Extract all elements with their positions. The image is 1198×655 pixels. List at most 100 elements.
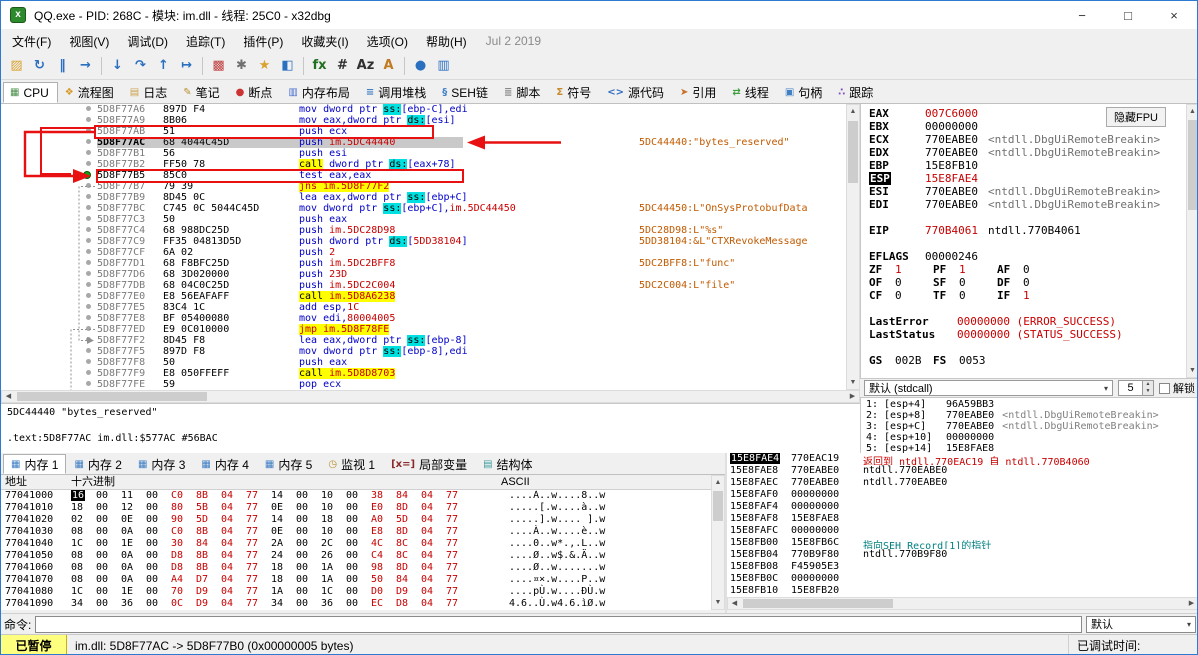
run-to-user-code-button[interactable]: ↦ <box>175 55 198 77</box>
breakpoint-gutter[interactable] <box>1 126 97 137</box>
disassembly-vertical-scrollbar[interactable]: ▲ ▼ <box>846 104 860 390</box>
register-row[interactable]: EIP 770B4061 ntdll.770B4061 <box>861 224 1186 237</box>
breakpoint-gutter[interactable] <box>1 203 97 214</box>
disasm-row[interactable]: 5D8F77AB 51 push ecx <box>1 126 846 137</box>
step-over-button[interactable]: ↷ <box>129 55 152 77</box>
register-row[interactable]: EFLAGS 00000246 <box>861 250 1186 263</box>
tab-seh-chain[interactable]: § SEH链 <box>435 82 497 103</box>
close-button[interactable]: × <box>1151 1 1197 29</box>
memory-row[interactable]: 77041000 16 00 11 00 C0 8B 04 77 14 00 10 00 38 84 04 77… <box>1 490 711 502</box>
stack-row[interactable]: 15E8FB10 15E8FB20 <box>727 585 1197 597</box>
breakpoint-gutter[interactable] <box>1 159 97 170</box>
register-row[interactable]: LastError 00000000 (ERROR_SUCCESS) <box>861 315 1186 328</box>
tab-dump-5[interactable]: ▦ 内存 5 <box>257 454 320 474</box>
stack-pane[interactable]: 15E8FAE4 770EAC19 返回到 ntdll.770EAC19 自 ntd… <box>727 453 1197 597</box>
disasm-row[interactable]: 5D8F77C4 68 988DC25D push im.5DC28D98 5DC28… <box>1 225 846 236</box>
scrollbar-track[interactable] <box>847 118 859 376</box>
scrollbar-track[interactable] <box>712 489 724 596</box>
tab-notes[interactable]: ✎ 笔记 <box>176 82 228 103</box>
tab-memory-map[interactable]: ▥ 内存布局 <box>281 82 358 103</box>
patches-button[interactable]: ▩ <box>207 55 230 77</box>
breakpoint-gutter[interactable] <box>1 357 97 368</box>
calculator-button[interactable]: fx <box>308 55 331 77</box>
disasm-row[interactable]: 5D8F77FE 59 pop ecx <box>1 379 846 390</box>
disasm-row[interactable]: 5D8F77F2 8D45 F8 lea eax,dword ptr ss:[ebp… <box>1 335 846 346</box>
hide-fpu-button[interactable]: 隐藏FPU <box>1106 107 1166 127</box>
settings-button[interactable]: ✱ <box>230 55 253 77</box>
highlight-button[interactable]: A <box>377 55 400 77</box>
scrollbar-thumb[interactable] <box>1188 120 1197 210</box>
execute-till-return-button[interactable]: ↑ <box>152 55 175 77</box>
disasm-row[interactable]: 5D8F77B2 FF50 78 call dword ptr ds:[eax+78… <box>1 159 846 170</box>
stack-row[interactable]: 15E8FAF0 00000000 <box>727 489 1197 501</box>
scrollbar-thumb[interactable] <box>848 121 858 183</box>
breakpoint-gutter[interactable] <box>1 269 97 280</box>
menu-item[interactable]: 文件(F) <box>3 30 60 53</box>
breakpoint-gutter[interactable] <box>1 258 97 269</box>
breakpoint-gutter[interactable] <box>1 247 97 258</box>
menu-item[interactable]: 视图(V) <box>60 30 118 53</box>
argument-count-stepper[interactable]: 5 ▲ ▼ <box>1118 380 1154 396</box>
disasm-row[interactable]: 5D8F77E8 BF 05400080 mov edi,80004005 <box>1 313 846 324</box>
disasm-row[interactable]: 5D8F77DB 68 04C0C25D push im.5DC2C004 5DC2C… <box>1 280 846 291</box>
breakpoint-gutter[interactable] <box>1 170 97 181</box>
breakpoint-gutter[interactable] <box>1 280 97 291</box>
breakpoint-gutter[interactable] <box>1 324 97 335</box>
breakpoint-dot[interactable] <box>83 171 91 179</box>
disasm-row[interactable]: 5D8F77ED E9 0C010000 jmp im.5D8F78FE <box>1 324 846 335</box>
breakpoint-gutter[interactable] <box>1 137 97 148</box>
tab-locals[interactable]: [x=] 局部变量 <box>383 454 475 474</box>
scroll-up-icon[interactable]: ▲ <box>847 105 859 118</box>
flag-pair[interactable]: PF 1 <box>933 263 997 276</box>
stack-row[interactable]: 15E8FAF4 00000000 <box>727 501 1197 513</box>
flag-pair[interactable]: OF 0 <box>869 276 933 289</box>
scroll-right-icon[interactable]: ▶ <box>846 391 859 402</box>
disasm-row[interactable]: 5D8F77A9 8B06 mov eax,dword ptr ds:[esi] <box>1 115 846 126</box>
scroll-down-icon[interactable]: ▼ <box>712 596 724 609</box>
menu-item[interactable]: 调试(D) <box>118 30 177 53</box>
disasm-row[interactable]: 5D8F77E5 83C4 1C add esp,1C <box>1 302 846 313</box>
run-button[interactable]: → <box>74 55 97 77</box>
menu-item[interactable]: 收藏夹(I) <box>292 30 357 53</box>
tab-graph[interactable]: ❖ 流程图 <box>58 82 123 103</box>
stack-horizontal-scrollbar[interactable]: ◀ ▶ <box>727 597 1197 610</box>
breakpoint-gutter[interactable] <box>1 302 97 313</box>
pause-button[interactable]: ‖ <box>51 55 74 77</box>
scroll-left-icon[interactable]: ◀ <box>2 391 15 402</box>
disasm-row[interactable]: 5D8F77C3 50 push eax <box>1 214 846 225</box>
disasm-row[interactable]: 5D8F77E0 E8 56EAFAFF call im.5D8A6238 <box>1 291 846 302</box>
disasm-row[interactable]: 5D8F77B7 79 39 jns im.5D8F77F2 <box>1 181 846 192</box>
breakpoint-gutter[interactable] <box>1 346 97 357</box>
minimize-button[interactable]: − <box>1059 1 1105 29</box>
disasm-row[interactable]: 5D8F77F8 50 push eax <box>1 357 846 368</box>
scrollbar-thumb[interactable] <box>713 491 723 521</box>
disasm-row[interactable]: 5D8F77BC C745 0C 5044C45D mov dword ptr ss… <box>1 203 846 214</box>
register-row[interactable]: EBP 15E8FB10 <box>861 159 1186 172</box>
scrollbar-thumb[interactable] <box>743 599 893 608</box>
argument-row[interactable]: 3: [esp+C] 770EABE0 <ntdll.DbgUiRemoteBreak… <box>861 421 1197 432</box>
stepper-down-icon[interactable]: ▼ <box>1143 388 1153 395</box>
menu-item[interactable]: 选项(O) <box>358 30 417 53</box>
disasm-row[interactable]: 5D8F77B5 85C0 test eax,eax <box>1 170 846 181</box>
argument-row[interactable]: 4: [esp+10] 00000000 <box>861 432 1197 443</box>
breakpoint-gutter[interactable] <box>1 291 97 302</box>
memory-row[interactable]: 77041030 08 00 0A 00 C0 8B 04 77 0E 00 10 00 E8 8D 04 77… <box>1 526 711 538</box>
memory-dump-pane[interactable]: 77041000 16 00 11 00 C0 8B 04 77 14 00 10 00 38 84 04 77… <box>1 490 711 610</box>
tab-dump-4[interactable]: ▦ 内存 4 <box>193 454 256 474</box>
scrollbar-thumb[interactable] <box>17 392 207 401</box>
register-row[interactable]: ECX 770EABE0 <ntdll.DbgUiRemoteBreakin> <box>861 133 1186 146</box>
register-row[interactable]: ESP 15E8FAE4 <box>861 172 1186 185</box>
tab-breakpoints[interactable]: ● 断点 <box>229 82 282 103</box>
tab-call-stack[interactable]: ≡ 调用堆栈 <box>359 82 435 103</box>
flag-pair[interactable]: CF 0 <box>869 289 933 302</box>
breakpoint-gutter[interactable] <box>1 313 97 324</box>
stack-row[interactable]: 15E8FB08 F45905E3 <box>727 561 1197 573</box>
flag-pair[interactable]: TF 0 <box>933 289 997 302</box>
argument-row[interactable]: 2: [esp+8] 770EABE0 <ntdll.DbgUiRemoteBreak… <box>861 410 1197 421</box>
flag-pair[interactable]: AF 0 <box>997 263 1061 276</box>
disasm-row[interactable]: 5D8F77B1 56 push esi <box>1 148 846 159</box>
disasm-row[interactable]: 5D8F77F5 897D F8 mov dword ptr ss:[ebp-8],… <box>1 346 846 357</box>
scroll-up-icon[interactable]: ▲ <box>712 476 724 489</box>
breakpoint-gutter[interactable] <box>1 104 97 115</box>
breakpoint-gutter[interactable] <box>1 368 97 379</box>
